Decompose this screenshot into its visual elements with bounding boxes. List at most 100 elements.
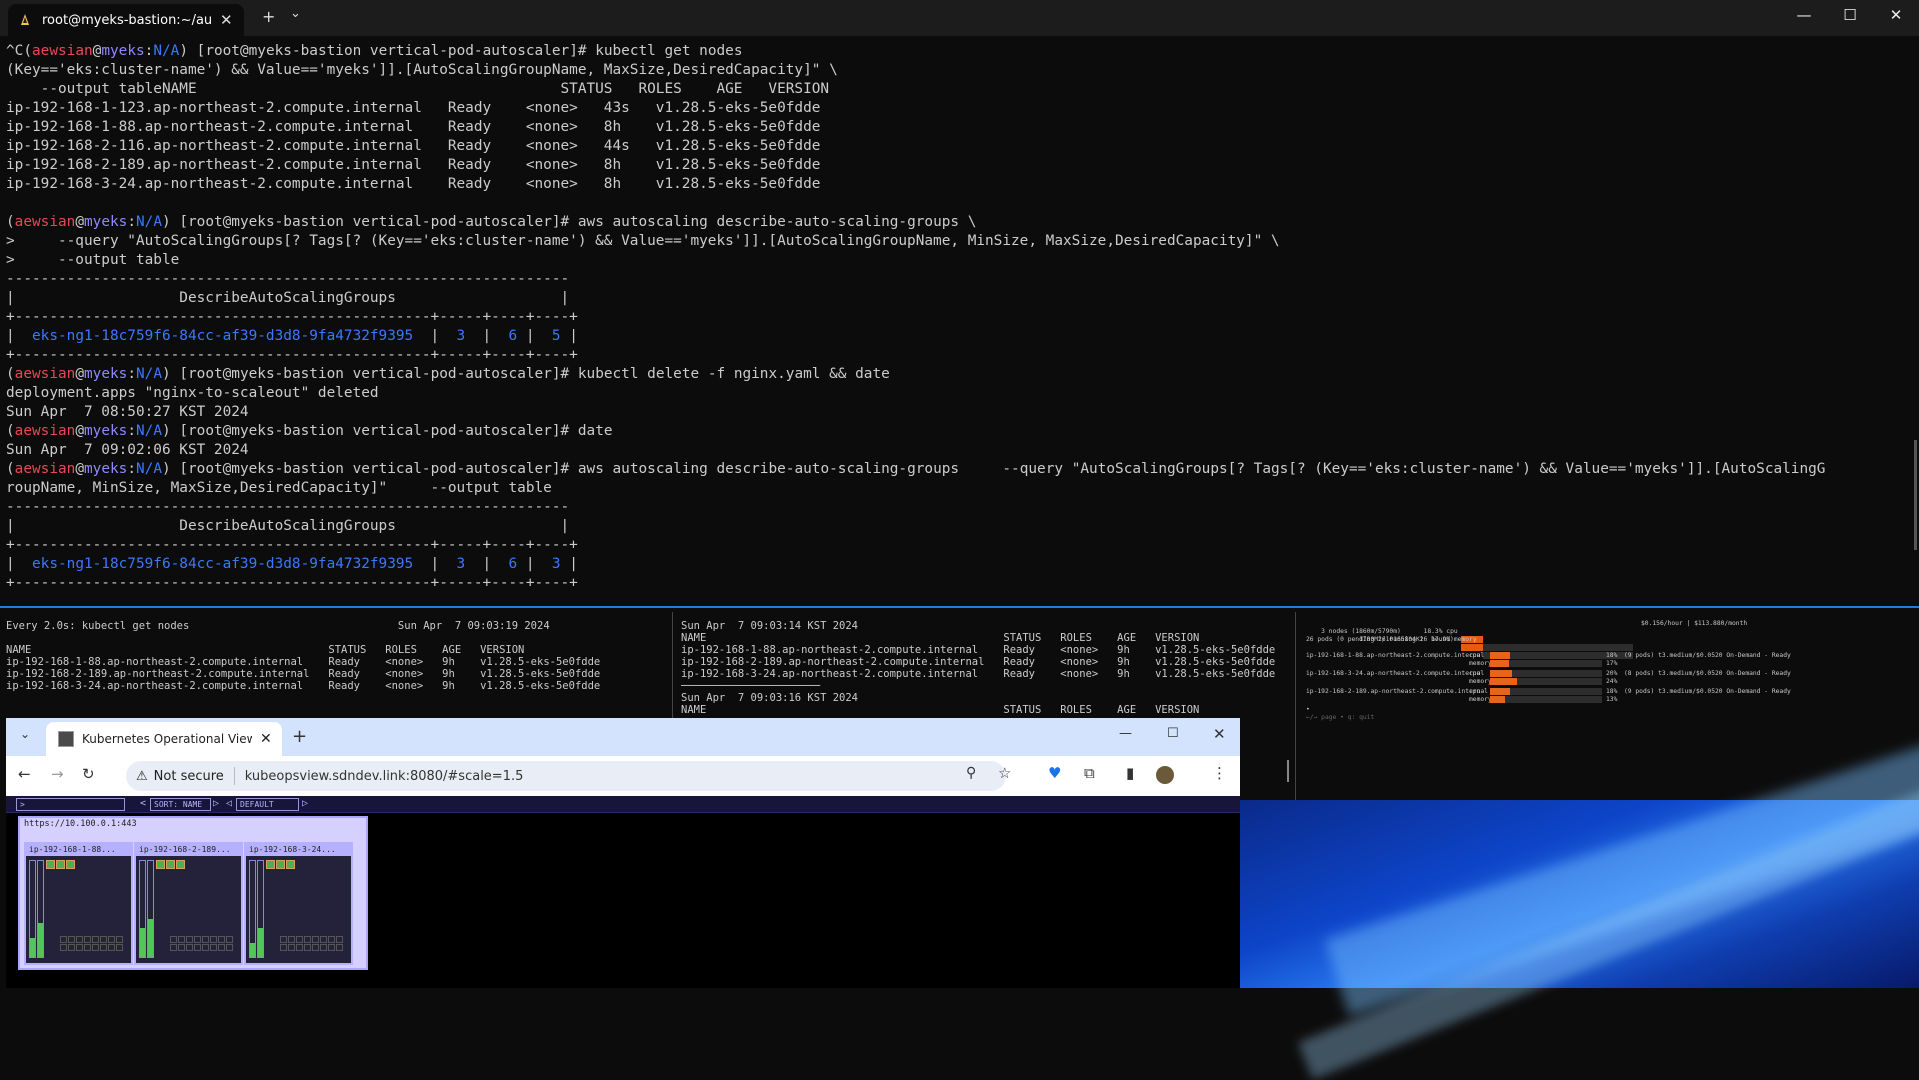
pod-square[interactable]	[56, 860, 65, 869]
pod-square[interactable]	[108, 936, 115, 943]
pod-square[interactable]	[210, 936, 217, 943]
forward-arrow-icon[interactable]: →	[51, 765, 64, 783]
profile-avatar[interactable]	[1156, 766, 1174, 784]
pod-square[interactable]	[320, 936, 327, 943]
pod-square[interactable]	[116, 936, 123, 943]
nodes-loop-pane[interactable]: Sun Apr 7 09:03:14 KST 2024 NAME STATUS R…	[681, 620, 1281, 720]
pod-square[interactable]	[266, 860, 275, 869]
pod-square[interactable]	[304, 936, 311, 943]
pod-square[interactable]	[166, 860, 175, 869]
pod-square[interactable]	[280, 936, 287, 943]
pod-square[interactable]	[100, 936, 107, 943]
theme-next-icon[interactable]: ▷	[302, 798, 308, 810]
pod-square[interactable]	[170, 936, 177, 943]
pod-square[interactable]	[68, 944, 75, 951]
close-window-button[interactable]: ✕	[1873, 0, 1919, 30]
tab-dropdown-icon[interactable]: ⌄	[290, 6, 301, 21]
pod-square[interactable]	[84, 944, 91, 951]
pod-square[interactable]	[312, 936, 319, 943]
theme-select[interactable]: DEFAULT	[236, 798, 299, 811]
theme-prev-icon[interactable]: ◁	[226, 798, 232, 810]
pane-scrollbar[interactable]	[1287, 760, 1289, 782]
pod-square[interactable]	[60, 944, 67, 951]
pod-square[interactable]	[68, 936, 75, 943]
sort-prev-icon[interactable]: <	[140, 798, 146, 810]
maximize-button[interactable]: ☐	[1827, 0, 1873, 30]
pod-square[interactable]	[194, 936, 201, 943]
reload-icon[interactable]: ↻	[82, 765, 95, 783]
pod-square[interactable]	[328, 936, 335, 943]
minimize-button[interactable]: —	[1781, 0, 1827, 30]
url-text[interactable]: kubeopsview.sdndev.link:8080/#scale=1.5	[245, 769, 524, 784]
pod-square[interactable]	[304, 944, 311, 951]
extensions-puzzle-icon[interactable]: ⧉	[1084, 764, 1095, 782]
filter-input[interactable]: >	[16, 798, 125, 811]
watch-nodes-pane[interactable]: Every 2.0s: kubectl get nodes Sun Apr 7 …	[6, 620, 666, 710]
pod-square[interactable]	[218, 936, 225, 943]
pod-square[interactable]	[286, 860, 295, 869]
node-box[interactable]: ip-192-168-3-24...	[244, 842, 353, 965]
cluster-box[interactable]: https://10.100.0.1:443 ip-192-168-1-88..…	[18, 816, 368, 970]
terminal-tab[interactable]: root@myeks-bastion:~/autosc ✕	[8, 4, 244, 36]
pod-square[interactable]	[202, 936, 209, 943]
pod-square[interactable]	[202, 944, 209, 951]
pod-square[interactable]	[176, 860, 185, 869]
pod-square[interactable]	[170, 944, 177, 951]
eks-node-viewer-pane[interactable]: 3 nodes (1860m/5790m) 18.3% cpu $0.156/h…	[1306, 620, 1916, 721]
pod-square[interactable]	[76, 944, 83, 951]
pod-square[interactable]	[66, 860, 75, 869]
address-bar[interactable]: ⚠ Not secure kubeopsview.sdndev.link:808…	[126, 761, 1006, 791]
back-arrow-icon[interactable]: ←	[18, 765, 31, 783]
tab-search-icon[interactable]: ⌄	[20, 727, 30, 741]
pod-square[interactable]	[156, 860, 165, 869]
pod-square[interactable]	[186, 936, 193, 943]
pod-square[interactable]	[288, 944, 295, 951]
pod-square[interactable]	[288, 936, 295, 943]
pod-square[interactable]	[296, 944, 303, 951]
pod-square[interactable]	[186, 944, 193, 951]
pod-square[interactable]	[336, 944, 343, 951]
pod-square[interactable]	[336, 936, 343, 943]
pod-square[interactable]	[320, 944, 327, 951]
extension-heart-icon[interactable]: ♥	[1048, 764, 1061, 782]
bookmark-star-icon[interactable]: ☆	[998, 764, 1011, 782]
chrome-menu-icon[interactable]: ⋮	[1212, 764, 1227, 782]
pod-square[interactable]	[76, 936, 83, 943]
new-tab-button[interactable]: +	[292, 726, 307, 747]
node-box[interactable]: ip-192-168-2-189...	[134, 842, 243, 965]
pod-square[interactable]	[226, 944, 233, 951]
pod-square[interactable]	[92, 944, 99, 951]
terminal-output[interactable]: ^C(aewsian@myeks:N/A) [root@myeks-bastio…	[6, 42, 1911, 592]
node-box[interactable]: ip-192-168-1-88...	[24, 842, 133, 965]
pod-square[interactable]	[100, 944, 107, 951]
new-tab-button[interactable]: +	[262, 7, 275, 26]
pane-separator[interactable]	[1295, 612, 1296, 802]
close-window-button[interactable]: ✕	[1213, 725, 1226, 743]
pod-square[interactable]	[218, 944, 225, 951]
sort-select[interactable]: SORT: NAME	[150, 798, 211, 811]
zoom-icon[interactable]: ⚲	[966, 765, 976, 781]
pod-square[interactable]	[108, 944, 115, 951]
pod-square[interactable]	[178, 936, 185, 943]
side-panel-icon[interactable]: ▮	[1126, 764, 1134, 782]
pod-square[interactable]	[312, 944, 319, 951]
pod-square[interactable]	[84, 936, 91, 943]
sort-next-icon[interactable]: ▷	[213, 798, 219, 810]
warning-icon[interactable]: ⚠	[136, 769, 148, 784]
pane-divider[interactable]	[0, 606, 1919, 608]
chrome-tab[interactable]: Kubernetes Operational View 2 ✕	[46, 722, 282, 756]
pod-square[interactable]	[60, 936, 67, 943]
pod-square[interactable]	[210, 944, 217, 951]
pod-square[interactable]	[46, 860, 55, 869]
pod-square[interactable]	[178, 944, 185, 951]
minimize-button[interactable]: —	[1119, 726, 1132, 741]
pod-square[interactable]	[328, 944, 335, 951]
pod-square[interactable]	[280, 944, 287, 951]
close-tab-icon[interactable]: ✕	[220, 11, 233, 29]
pod-square[interactable]	[276, 860, 285, 869]
terminal-scrollbar[interactable]	[1914, 440, 1917, 550]
pod-square[interactable]	[116, 944, 123, 951]
not-secure-label[interactable]: Not secure	[154, 769, 224, 784]
pod-square[interactable]	[296, 936, 303, 943]
close-tab-icon[interactable]: ✕	[260, 731, 272, 747]
